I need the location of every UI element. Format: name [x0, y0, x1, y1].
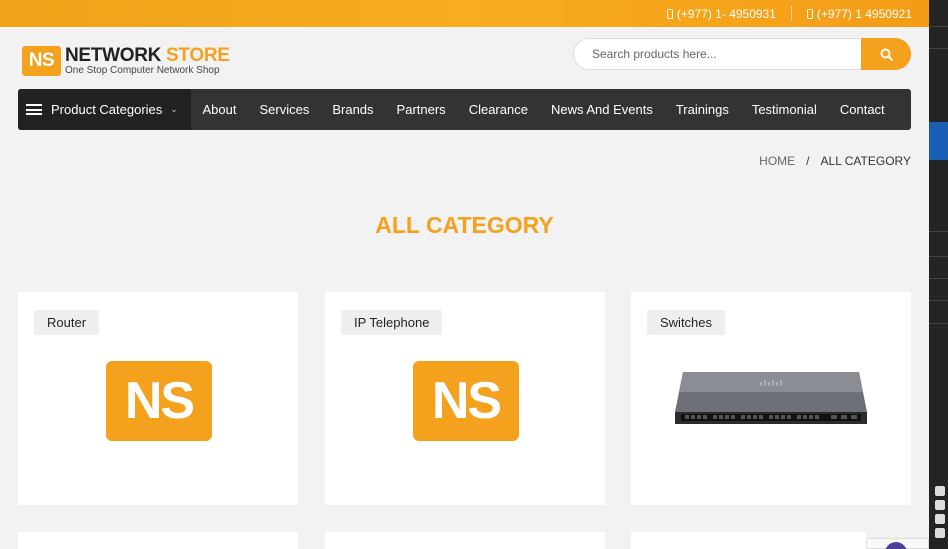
nav-testimonial[interactable]: Testimonial — [740, 102, 828, 117]
breadcrumb-home[interactable]: HOME — [759, 154, 795, 168]
search-bar — [573, 38, 911, 70]
devtools-checkbox[interactable] — [935, 486, 945, 496]
category-label: Switches — [647, 310, 726, 335]
product-categories-label: Product Categories — [51, 102, 163, 117]
recaptcha-badge[interactable] — [866, 538, 929, 549]
category-placeholder-logo: NS — [413, 361, 519, 441]
category-card[interactable] — [18, 532, 298, 549]
logo-title-store: STORE — [166, 45, 230, 66]
network-switch-image — [675, 372, 867, 424]
category-card[interactable] — [325, 532, 605, 549]
search-input[interactable] — [573, 38, 861, 70]
phone-contact-2[interactable]: (+977) 1 4950921 — [806, 6, 912, 21]
breadcrumb-current: ALL CATEGORY — [820, 154, 911, 168]
category-card-ip-telephone[interactable]: IP Telephone NS — [325, 292, 605, 505]
category-placeholder-logo: NS — [106, 361, 212, 441]
topbar-divider — [790, 6, 792, 21]
devtools-checkbox[interactable] — [935, 514, 945, 524]
nav-brands[interactable]: Brands — [321, 102, 385, 117]
logo-tagline: One Stop Computer Network Shop — [65, 65, 220, 76]
breadcrumb: HOME / ALL CATEGORY — [759, 154, 911, 168]
category-label: IP Telephone — [341, 310, 443, 335]
phone-contact-1[interactable]: (+977) 1- 4950931 — [666, 6, 776, 21]
phone-number-1: (+977) 1- 4950931 — [676, 6, 776, 21]
devtools-checkbox[interactable] — [935, 528, 945, 538]
nav-services[interactable]: Services — [248, 102, 321, 117]
search-button[interactable] — [861, 38, 911, 70]
nav-about[interactable]: About — [191, 102, 248, 117]
nav-partners[interactable]: Partners — [385, 102, 457, 117]
main-navigation: Product Categories ⌄ About Services Bran… — [18, 89, 911, 130]
logo-title-network: NETWORK — [65, 45, 167, 66]
nav-links: About Services Brands Partners Clearance… — [191, 102, 896, 117]
category-label: Router — [34, 310, 100, 335]
devtools-checkbox[interactable] — [935, 500, 945, 510]
phone-number-2: (+977) 1 4950921 — [816, 6, 912, 21]
devtools-selected-node — [929, 122, 948, 160]
logo-badge: NS — [22, 46, 61, 76]
logo-text: NETWORK STORE One Stop Computer Network … — [65, 46, 230, 76]
nav-clearance[interactable]: Clearance — [457, 102, 539, 117]
mobile-phone-icon — [806, 8, 813, 19]
search-icon — [880, 48, 893, 61]
nav-news-and-events[interactable]: News And Events — [539, 102, 664, 117]
page-title: ALL CATEGORY — [375, 212, 554, 238]
chevron-down-icon: ⌄ — [170, 104, 178, 114]
category-card-router[interactable]: Router NS — [18, 292, 298, 505]
category-card-switches[interactable]: Switches — [631, 292, 911, 505]
product-categories-menu[interactable]: Product Categories ⌄ — [18, 89, 191, 130]
breadcrumb-separator: / — [806, 154, 810, 168]
recaptcha-icon — [885, 542, 907, 549]
nav-contact[interactable]: Contact — [828, 102, 896, 117]
category-card[interactable] — [631, 532, 866, 549]
top-contact-bar: (+977) 1- 4950931 (+977) 1 4950921 — [0, 0, 929, 27]
hamburger-icon — [26, 104, 42, 115]
logo-title: NETWORK STORE — [65, 46, 230, 65]
nav-trainings[interactable]: Trainings — [664, 102, 740, 117]
devtools-panel — [929, 0, 948, 549]
site-logo[interactable]: NS NETWORK STORE One Stop Computer Netwo… — [22, 46, 230, 76]
mobile-phone-icon — [666, 8, 673, 19]
site-header: NS NETWORK STORE One Stop Computer Netwo… — [0, 27, 929, 89]
